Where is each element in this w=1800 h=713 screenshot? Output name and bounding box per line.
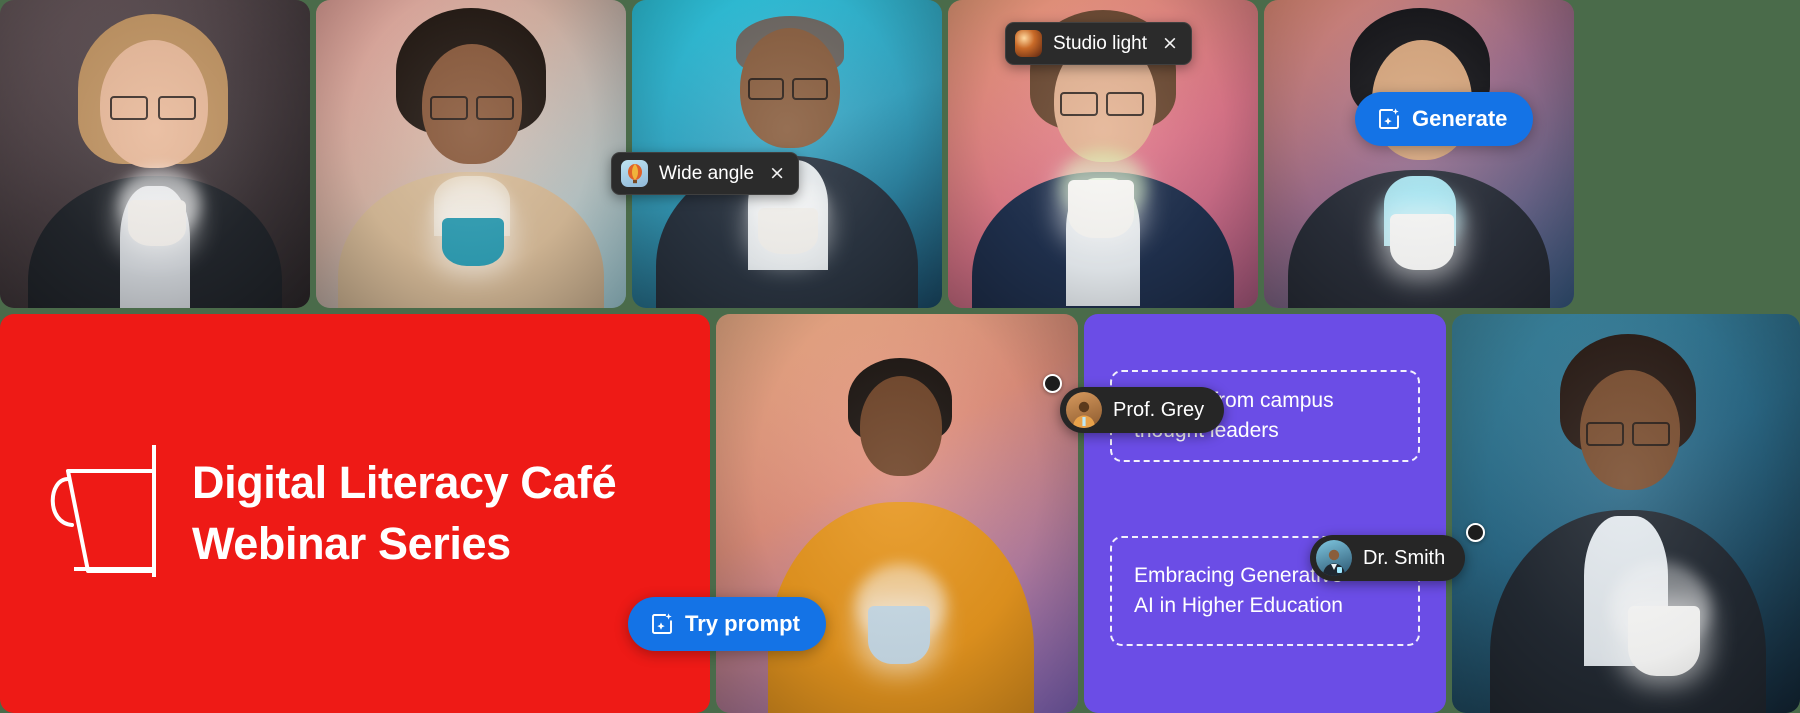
portrait-image-5: [1264, 0, 1574, 308]
image-tile[interactable]: [1452, 314, 1800, 713]
image-tile[interactable]: [316, 0, 626, 308]
canvas-stage: Digital Literacy Café Webinar Series Ins…: [0, 0, 1800, 713]
generate-sparkle-icon: [652, 613, 672, 634]
collaborator-name: Prof. Grey: [1113, 398, 1205, 421]
image-tile[interactable]: [0, 0, 310, 308]
brand-card[interactable]: Digital Literacy Café Webinar Series: [0, 314, 710, 713]
selection-handle[interactable]: [1043, 374, 1062, 393]
portrait-image-2: [316, 0, 626, 308]
glossy-sphere-thumbnail-icon: [1015, 30, 1042, 57]
collaborator-tag-dr-smith[interactable]: Dr. Smith: [1310, 535, 1466, 581]
collaborator-name: Dr. Smith: [1363, 546, 1446, 569]
chip-studio-light[interactable]: Studio light ×: [1005, 22, 1192, 65]
user-avatar-dr-smith-icon: [1316, 540, 1352, 576]
generate-sparkle-icon: [1379, 108, 1399, 129]
chip-label: Studio light: [1053, 32, 1148, 54]
image-tile[interactable]: [1264, 0, 1574, 308]
chip-wide-angle[interactable]: Wide angle ×: [611, 152, 799, 195]
image-tile[interactable]: [716, 314, 1078, 713]
chip-label: Wide angle: [659, 162, 755, 184]
hot-air-balloon-thumbnail-icon: [621, 160, 648, 187]
portrait-image-7: [1452, 314, 1800, 713]
coffee-cup-logo-icon: [44, 441, 158, 586]
portrait-image-6: [716, 314, 1078, 713]
brand-title: Digital Literacy Café Webinar Series: [192, 457, 617, 569]
collaborator-tag-prof-grey[interactable]: Prof. Grey: [1060, 387, 1225, 433]
generate-button-label: Generate: [1412, 106, 1508, 131]
close-icon[interactable]: ×: [1162, 34, 1178, 53]
portrait-image-1: [0, 0, 310, 308]
generate-button[interactable]: Generate: [1355, 92, 1534, 146]
user-avatar-prof-grey-icon: [1066, 392, 1102, 428]
try-prompt-button[interactable]: Try prompt: [628, 597, 826, 651]
selection-handle[interactable]: [1466, 523, 1485, 542]
prompt-card-panel[interactable]: Insights from campus thought leaders Emb…: [1084, 314, 1446, 713]
close-icon[interactable]: ×: [769, 164, 785, 183]
try-prompt-button-label: Try prompt: [685, 611, 800, 636]
